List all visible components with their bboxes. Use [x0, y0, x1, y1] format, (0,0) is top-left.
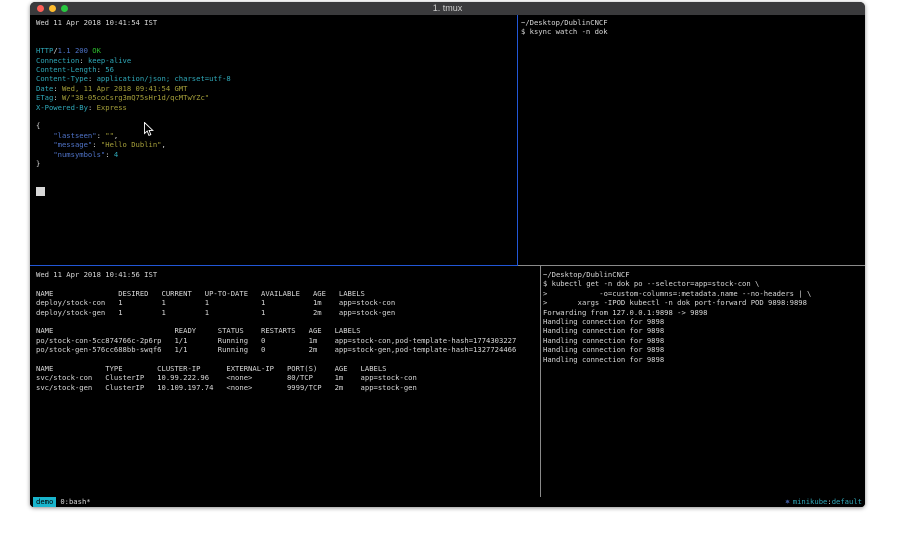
terminal-line: { [36, 121, 514, 130]
terminal-line: deploy/stock-gen 1 1 1 1 2m app=stock-ge… [36, 308, 536, 317]
terminal-line: ~/Desktop/DublinCNCF [543, 270, 861, 279]
terminal-line: svc/stock-gen ClusterIP 10.109.197.74 <n… [36, 383, 536, 392]
kube-namespace: default [832, 497, 862, 506]
terminal-line: HTTP/1.1 200 OK [36, 46, 514, 55]
terminal-line: po/stock-gen-576cc688bb-swqf6 1/1 Runnin… [36, 345, 536, 354]
terminal-line: > -o=custom-columns=:metadata.name --no-… [543, 289, 861, 298]
terminal-line: NAME TYPE CLUSTER-IP EXTERNAL-IP PORT(S)… [36, 364, 536, 373]
close-button[interactable] [37, 5, 44, 12]
window-titlebar[interactable]: 1. tmux [30, 2, 865, 15]
zoom-button[interactable] [61, 5, 68, 12]
pane-http-response[interactable]: Wed 11 Apr 2018 10:41:54 IST HTTP/1.1 20… [36, 18, 514, 264]
window-list-item[interactable]: 0:bash* [60, 497, 90, 507]
terminal-line [36, 317, 536, 326]
kube-cluster: minikube [793, 497, 828, 506]
terminal-line [36, 178, 514, 187]
inactive-border-segment [518, 265, 865, 266]
terminal-line: Handling connection for 9898 [543, 336, 861, 345]
terminal-line: > xargs -IPOD kubectl -n dok port-forwar… [543, 298, 861, 307]
terminal-line [36, 169, 514, 178]
terminal-line [36, 279, 536, 288]
terminal-line: $ kubectl get -n dok po --selector=app=s… [543, 279, 861, 288]
terminal-line: "message": "Hello Dublin", [36, 140, 514, 149]
pane-ksync-watch[interactable]: ~/Desktop/DublinCNCF$ ksync watch -n dok [521, 18, 861, 264]
pane-divider-vertical-top[interactable] [517, 15, 518, 265]
terminal-line: Wed 11 Apr 2018 10:41:54 IST [36, 18, 514, 27]
minimize-button[interactable] [49, 5, 56, 12]
terminal-line: Content-Length: 56 [36, 65, 514, 74]
helm-wheel-icon: ⎈ [785, 497, 789, 506]
terminal-line: Date: Wed, 11 Apr 2018 09:41:54 GMT [36, 84, 514, 93]
terminal-line: "numsymbols": 4 [36, 150, 514, 159]
terminal-line: Handling connection for 9898 [543, 317, 861, 326]
terminal-line: } [36, 159, 514, 168]
terminal-line [36, 37, 514, 46]
terminal-line [36, 355, 536, 364]
terminal-window: 1. tmux Wed 11 Apr 2018 10:41:54 IST HTT… [30, 2, 865, 507]
terminal-line [36, 27, 514, 36]
terminal-line: Forwarding from 127.0.0.1:9898 -> 9898 [543, 308, 861, 317]
terminal-line: po/stock-con-5cc874766c-2p6rp 1/1 Runnin… [36, 336, 536, 345]
tmux-session: Wed 11 Apr 2018 10:41:54 IST HTTP/1.1 20… [30, 15, 865, 507]
pane-divider-horizontal[interactable] [30, 265, 865, 266]
terminal-line: "lastseen": "", [36, 131, 514, 140]
terminal-line: Handling connection for 9898 [543, 326, 861, 335]
terminal-line: ~/Desktop/DublinCNCF [521, 18, 861, 27]
terminal-line: Handling connection for 9898 [543, 355, 861, 364]
terminal-line: deploy/stock-con 1 1 1 1 1m app=stock-co… [36, 298, 536, 307]
terminal-line: svc/stock-con ClusterIP 10.99.222.96 <no… [36, 373, 536, 382]
pane-port-forward[interactable]: ~/Desktop/DublinCNCF$ kubectl get -n dok… [543, 270, 861, 496]
kube-context-indicator: ⎈minikube:default [785, 497, 862, 507]
traffic-lights [37, 5, 68, 12]
terminal-line [36, 187, 514, 196]
active-border-segment [30, 265, 518, 266]
terminal-line: Connection: keep-alive [36, 56, 514, 65]
terminal-line: ETag: W/"38-05coCsrg3mQ75sHr1d/qcMTwYZc" [36, 93, 514, 102]
terminal-line: Handling connection for 9898 [543, 345, 861, 354]
tmux-status-bar: demo 0:bash* ⎈minikube:default [30, 497, 865, 507]
terminal-line: NAME READY STATUS RESTARTS AGE LABELS [36, 326, 536, 335]
terminal-line [36, 112, 514, 121]
session-name[interactable]: demo [33, 497, 56, 507]
terminal-line: Wed 11 Apr 2018 10:41:56 IST [36, 270, 536, 279]
terminal-line: NAME DESIRED CURRENT UP-TO-DATE AVAILABL… [36, 289, 536, 298]
terminal-line: X-Powered-By: Express [36, 103, 514, 112]
pane-divider-vertical-bottom[interactable] [540, 266, 541, 497]
status-left: demo 0:bash* [33, 497, 91, 507]
terminal-line: $ ksync watch -n dok [521, 27, 861, 36]
terminal-line: Content-Type: application/json; charset=… [36, 74, 514, 83]
pane-kubectl-resources[interactable]: Wed 11 Apr 2018 10:41:56 IST NAME DESIRE… [36, 270, 536, 496]
window-title: 1. tmux [433, 2, 463, 15]
